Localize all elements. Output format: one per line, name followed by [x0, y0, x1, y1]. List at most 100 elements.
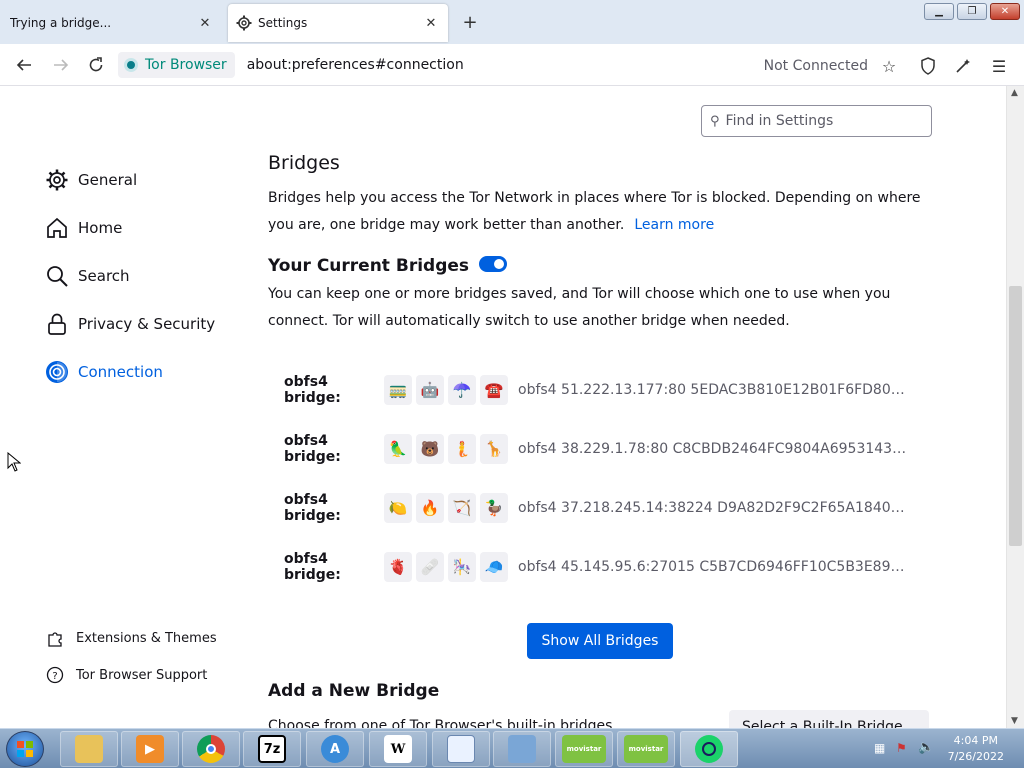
identity-label: Tor Browser	[145, 57, 227, 73]
taskbar-illustrator[interactable]: A	[306, 731, 364, 767]
current-bridges-toggle[interactable]	[478, 256, 507, 272]
preferences-page: ⚲ Find in Settings General Home Search P…	[0, 86, 1006, 728]
control-panel-icon	[508, 735, 536, 763]
category-general[interactable]: General	[44, 167, 137, 193]
taskbar-media-player[interactable]: ▶	[121, 731, 179, 767]
lock-icon	[44, 311, 70, 337]
bookmark-star-icon[interactable]: ☆	[879, 56, 899, 76]
bridge-type-label: obfs4 bridge:	[284, 433, 341, 465]
category-label: Privacy & Security	[78, 315, 216, 333]
tab-trying-bridge[interactable]: Trying a bridge... ✕	[0, 4, 222, 42]
bridge-emoji: ☂️	[448, 375, 476, 405]
bridge-emoji: 🚃	[384, 375, 412, 405]
search-icon: ⚲	[710, 113, 720, 129]
new-identity-icon[interactable]	[953, 56, 973, 76]
windows-taskbar: ▶ 7z A W movistar movistar ▦ ⚑ 🔈 4:04 PM…	[0, 728, 1024, 768]
taskbar-chrome[interactable]	[182, 731, 240, 767]
window-controls: ▁ ❐ ✕	[924, 3, 1020, 20]
bridge-line: obfs4 37.218.245.14:38224 D9A82D2F9C2F65…	[518, 500, 910, 516]
taskbar-7zip[interactable]: 7z	[243, 731, 301, 767]
tor-browser-support-link[interactable]: ? Tor Browser Support	[46, 666, 207, 684]
taskbar-notepad[interactable]	[432, 731, 490, 767]
shield-icon[interactable]	[918, 56, 938, 76]
bridge-emoji: 🦆	[480, 493, 508, 523]
bridges-heading: Bridges	[268, 152, 340, 174]
bridge-card[interactable]: obfs4 bridge: 🍋 🔥 🏹 🦆 obfs4 37.218.245.1…	[284, 490, 910, 526]
current-bridges-heading: Your Current Bridges	[268, 256, 507, 276]
bridge-emoji: 🤖	[416, 375, 444, 405]
category-label: General	[78, 171, 138, 189]
menu-icon[interactable]: ☰	[989, 56, 1009, 76]
close-tab-icon[interactable]: ✕	[420, 12, 442, 34]
windows-logo-icon	[17, 741, 33, 757]
new-tab-button[interactable]: +	[458, 10, 482, 34]
close-window-button[interactable]: ✕	[990, 3, 1020, 20]
network-icon[interactable]: ▦	[874, 741, 885, 755]
taskbar-explorer[interactable]	[60, 731, 118, 767]
taskbar-word[interactable]: W	[369, 731, 427, 767]
bridge-emoji: 🧜	[448, 434, 476, 464]
bridge-type-label: obfs4 bridge:	[284, 492, 341, 524]
select-builtin-bridge-button[interactable]: Select a Built-In Bridge...	[729, 710, 929, 728]
category-privacy-security[interactable]: Privacy & Security	[44, 311, 215, 337]
chrome-icon	[197, 735, 225, 763]
mouse-cursor-icon	[7, 452, 21, 472]
svg-text:?: ?	[52, 671, 57, 682]
tor-onion-icon	[44, 359, 70, 385]
restore-button[interactable]: ❐	[957, 3, 987, 20]
gear-icon	[44, 167, 70, 193]
navigation-toolbar: Tor Browser about:preferences#connection…	[0, 44, 1024, 86]
bridge-emoji: 🧢	[480, 552, 508, 582]
reload-button[interactable]	[83, 52, 109, 78]
category-search[interactable]: Search	[44, 263, 130, 289]
bridge-line: obfs4 38.229.1.78:80 C8CBDB2464FC9804A69…	[518, 441, 910, 457]
search-icon	[44, 263, 70, 289]
notepad-icon	[447, 735, 475, 763]
forward-button[interactable]	[48, 52, 74, 78]
scroll-up-icon[interactable]: ▲	[1011, 88, 1018, 98]
find-in-settings-input[interactable]: ⚲ Find in Settings	[701, 105, 932, 137]
word-icon: W	[384, 735, 412, 763]
minimize-button[interactable]: ▁	[924, 3, 954, 20]
tab-title: Settings	[258, 16, 308, 30]
bridge-card[interactable]: obfs4 bridge: 🚃 🤖 ☂️ ☎️ obfs4 51.222.13.…	[284, 372, 910, 408]
bridge-emoji: 🎠	[448, 552, 476, 582]
volume-icon[interactable]: 🔈	[918, 740, 934, 755]
clock[interactable]: 4:04 PM 7/26/2022	[948, 733, 1004, 765]
home-icon	[44, 215, 70, 241]
taskbar-movistar[interactable]: movistar	[555, 731, 613, 767]
bridge-emoji: ☎️	[480, 375, 508, 405]
identity-box[interactable]: Tor Browser	[118, 52, 235, 78]
current-bridges-description: You can keep one or more bridges saved, …	[268, 286, 891, 329]
gear-icon	[236, 15, 252, 31]
scrollbar-thumb[interactable]	[1009, 286, 1022, 546]
tab-settings[interactable]: Settings ✕	[228, 4, 448, 42]
vertical-scrollbar[interactable]: ▲ ▼	[1006, 86, 1024, 728]
flag-icon[interactable]: ⚑	[896, 741, 907, 755]
category-home[interactable]: Home	[44, 215, 122, 241]
show-all-bridges-button[interactable]: Show All Bridges	[527, 623, 673, 659]
scroll-down-icon[interactable]: ▼	[1011, 716, 1018, 726]
category-connection[interactable]: Connection	[44, 359, 163, 385]
back-button[interactable]	[11, 52, 37, 78]
movistar-icon: movistar	[562, 735, 606, 763]
bridge-emoji: 🍋	[384, 493, 412, 523]
tor-browser-icon	[695, 735, 723, 763]
tor-onion-icon	[124, 58, 138, 72]
start-button[interactable]	[6, 731, 44, 767]
taskbar-movistar[interactable]: movistar	[617, 731, 675, 767]
bridge-emoji: 🐻	[416, 434, 444, 464]
tab-strip: Trying a bridge... ✕ Settings ✕ + ▁ ❐ ✕	[0, 0, 1024, 44]
bridge-card[interactable]: obfs4 bridge: 🫀 🩹 🎠 🧢 obfs4 45.145.95.6:…	[284, 549, 910, 585]
bridge-card[interactable]: obfs4 bridge: 🦜 🐻 🧜 🦒 obfs4 38.229.1.78:…	[284, 431, 910, 467]
taskbar-tor-browser[interactable]	[680, 731, 738, 767]
search-placeholder: Find in Settings	[725, 113, 834, 129]
learn-more-link[interactable]: Learn more	[634, 217, 714, 233]
url-text[interactable]: about:preferences#connection	[247, 57, 464, 73]
category-label: Search	[78, 267, 130, 285]
taskbar-control-panel[interactable]	[493, 731, 551, 767]
system-tray: ▦ ⚑ 🔈 4:04 PM 7/26/2022	[864, 729, 1024, 769]
close-tab-icon[interactable]: ✕	[194, 12, 216, 34]
extensions-themes-link[interactable]: Extensions & Themes	[46, 629, 217, 647]
bridges-description-text: Bridges help you access the Tor Network …	[268, 190, 921, 233]
